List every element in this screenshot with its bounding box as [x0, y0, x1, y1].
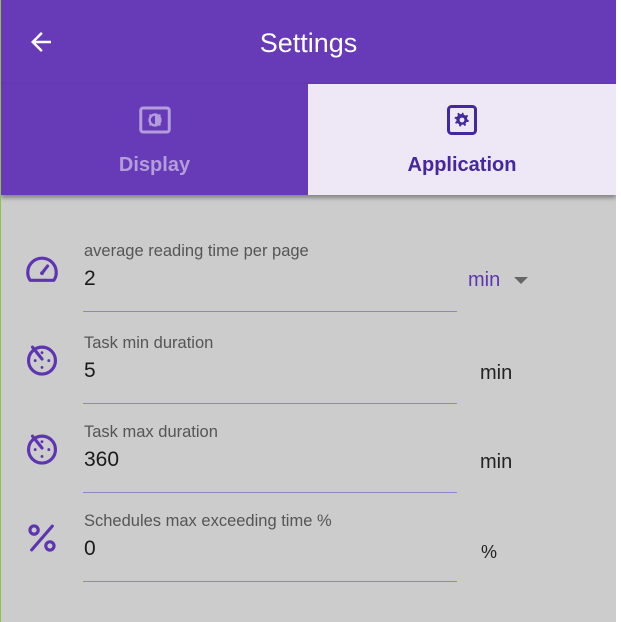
unit-dropdown[interactable]: min: [468, 268, 529, 292]
percent-icon: [28, 524, 56, 552]
gear-icon: [447, 105, 477, 135]
chevron-down-icon: [514, 276, 529, 284]
tab-display[interactable]: Display: [1, 84, 308, 195]
app-bar: Settings: [1, 0, 616, 84]
timer-icon: [26, 434, 58, 465]
unit-dropdown-value: min: [468, 269, 501, 291]
speedometer-icon: [26, 256, 58, 282]
field-value: 0: [84, 537, 96, 560]
field-label: average reading time per page: [84, 242, 309, 260]
task-min-field[interactable]: Task min duration 5: [83, 333, 457, 404]
page-title: Settings: [259, 28, 358, 58]
tab-application[interactable]: Application: [308, 84, 616, 195]
setting-row-exceeding-time: Schedules max exceeding time % 0 %: [1, 511, 616, 599]
reading-time-field[interactable]: average reading time per page 2: [83, 241, 457, 312]
field-value: 360: [84, 448, 120, 471]
window-edge: [616, 0, 621, 622]
field-label: Schedules max exceeding time %: [84, 512, 332, 530]
tab-label: Display: [118, 154, 191, 176]
tab-label: Application: [407, 154, 517, 176]
field-value: 2: [84, 267, 96, 290]
setting-row-reading-time: average reading time per page 2 min: [1, 241, 616, 329]
unit-label: %: [481, 542, 498, 562]
settings-screen: Settings Display Application average rea…: [1, 0, 616, 622]
field-value: 5: [84, 359, 96, 382]
unit-label: min: [480, 451, 513, 473]
unit-label: min: [480, 362, 513, 384]
setting-row-task-max: Task max duration 360 min: [1, 422, 616, 510]
tab-bar: Display Application: [1, 84, 616, 195]
timer-icon: [26, 345, 58, 376]
field-label: Task min duration: [84, 334, 214, 352]
brightness-icon: [138, 106, 171, 134]
exceeding-time-field[interactable]: Schedules max exceeding time % 0: [83, 511, 457, 582]
task-max-field[interactable]: Task max duration 360: [83, 422, 457, 493]
setting-row-task-min: Task min duration 5 min: [1, 333, 616, 421]
field-label: Task max duration: [84, 423, 218, 441]
